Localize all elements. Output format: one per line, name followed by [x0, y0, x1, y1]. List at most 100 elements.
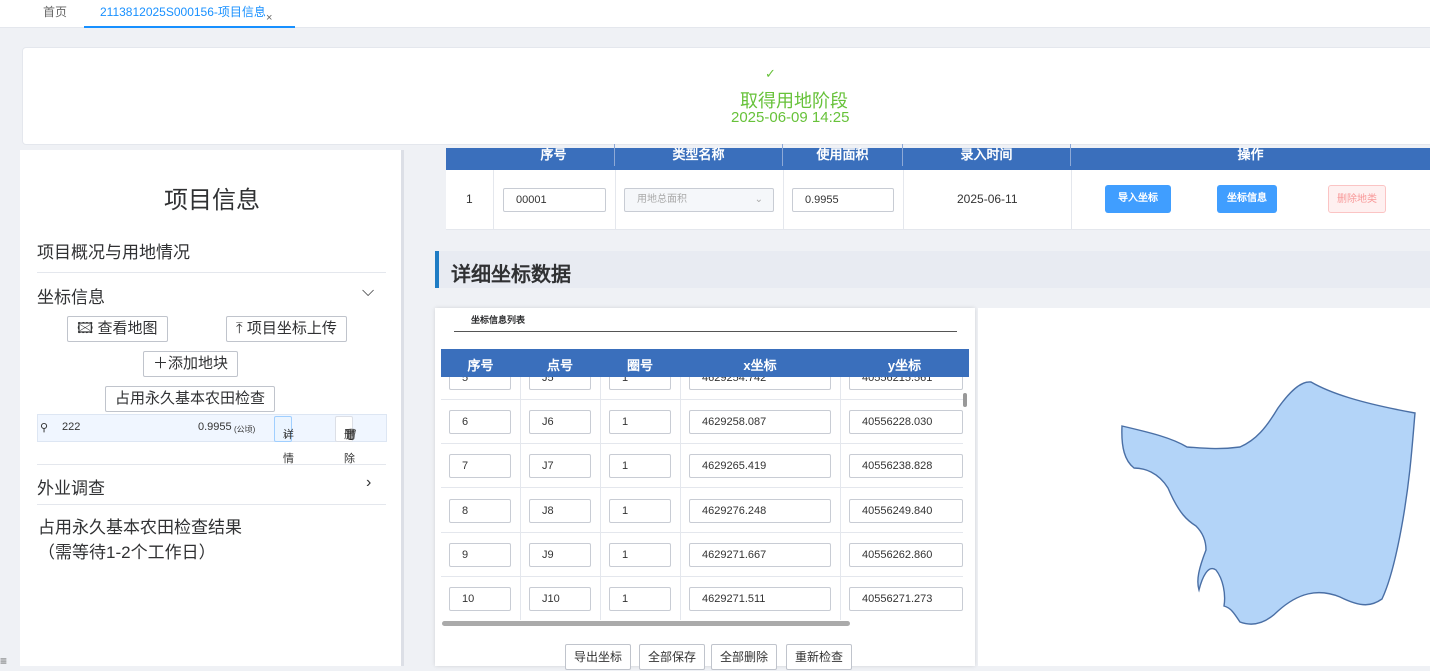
entry-date: 2025-06-11: [957, 192, 1018, 206]
type-select[interactable]: 用地总面积 ⌄: [624, 188, 774, 212]
farmland-result: 占用永久基本农田检查结果 （需等待1-2个工作日）: [38, 518, 242, 562]
point-input[interactable]: J6: [529, 410, 591, 434]
cell-divider: [1071, 170, 1072, 230]
x-input[interactable]: 4629265.419: [689, 454, 831, 478]
image-icon: 🖾: [77, 320, 98, 337]
cell-divider: [615, 170, 616, 230]
plot-polygon: [1121, 381, 1416, 625]
col-header: 使用面积: [783, 144, 903, 166]
view-map-button[interactable]: 🖾 查看地图: [67, 316, 168, 342]
divider: [37, 504, 386, 505]
add-plot-button[interactable]: ＋添加地块: [143, 351, 239, 377]
export-coords-button[interactable]: 导出坐标: [565, 644, 632, 670]
page-title: 项目信息: [164, 187, 260, 214]
tab-bar: 首页 2113812025S000156-项目信息 ×: [0, 0, 1430, 28]
cell-divider: [903, 170, 904, 230]
point-input[interactable]: J7: [529, 454, 591, 478]
cell-divider: [600, 377, 601, 620]
point-input[interactable]: J10: [529, 587, 591, 611]
close-icon[interactable]: ×: [266, 6, 272, 30]
cell-divider: [493, 170, 494, 230]
index-input[interactable]: 5: [449, 377, 511, 390]
col-header: 点号: [546, 358, 573, 373]
chevron-down-icon: ⌄: [754, 194, 763, 205]
x-input[interactable]: 4629271.667: [689, 543, 831, 567]
plot-name: 222: [62, 421, 81, 433]
plot-delete-button[interactable]: 🗑 删除: [335, 416, 358, 465]
x-input[interactable]: 4629276.248: [689, 499, 831, 523]
col-header: x坐标: [743, 358, 777, 373]
overview-heading[interactable]: 项目概况与用地情况: [37, 238, 190, 263]
col-header: y坐标: [887, 358, 922, 373]
coord-info-button[interactable]: 坐标信息: [1217, 185, 1277, 213]
stage-panel: [22, 47, 1430, 145]
y-input[interactable]: 40556262.860: [849, 543, 963, 567]
tab-home[interactable]: 首页: [43, 0, 67, 28]
farmland-check-button[interactable]: 占用永久基本农田检查: [105, 386, 276, 412]
point-input[interactable]: J5: [529, 377, 591, 390]
map-card: [978, 308, 1430, 666]
y-input[interactable]: 40556228.030: [849, 410, 963, 434]
index-input[interactable]: 9: [449, 543, 511, 567]
table-header: 序号 类型名称 使用面积 录入时间 操作: [446, 144, 1430, 170]
import-coords-button[interactable]: 导入坐标: [1105, 185, 1171, 213]
recheck-button[interactable]: 重新检查: [786, 644, 853, 670]
plot-area: 0.9955: [198, 421, 232, 433]
delete-all-button[interactable]: 全部删除: [711, 644, 778, 670]
delete-land-type-button[interactable]: 删除地类: [1328, 185, 1386, 213]
horizontal-scrollbar[interactable]: [442, 621, 850, 626]
plus-icon: ＋: [153, 355, 169, 372]
col-header: 录入时间: [903, 144, 1071, 166]
check-icon: ✓: [765, 66, 776, 81]
upload-coords-button[interactable]: ⤒ 项目坐标上传: [226, 316, 347, 342]
y-input[interactable]: 40556238.828: [849, 454, 963, 478]
chevron-right-icon[interactable]: ›: [366, 474, 371, 492]
cell-divider: [783, 170, 784, 230]
x-input[interactable]: 4629258.087: [689, 410, 831, 434]
row-index: 1: [466, 192, 473, 206]
upload-icon: ⤒: [236, 320, 247, 337]
point-input[interactable]: J8: [529, 499, 591, 523]
code-input[interactable]: 00001: [503, 188, 606, 212]
plot-polygon-map[interactable]: [978, 308, 1430, 666]
ring-input[interactable]: 1: [609, 543, 671, 567]
tab-label: 2113812025S000156-项目信息: [100, 5, 266, 19]
y-input[interactable]: 40556271.273: [849, 587, 963, 611]
coord-section-heading[interactable]: 坐标信息: [37, 283, 105, 308]
save-all-button[interactable]: 全部保存: [639, 644, 706, 670]
coord-list-title: 坐标信息列表: [471, 315, 526, 325]
chevron-down-icon[interactable]: ⌵: [362, 283, 374, 301]
index-input[interactable]: 6: [449, 410, 511, 434]
col-header: 操作: [1237, 147, 1264, 162]
y-input[interactable]: 40556215.561: [849, 377, 963, 390]
cell-divider: [840, 377, 841, 620]
vertical-scrollbar[interactable]: [963, 393, 967, 407]
stage-date: 2025-06-09 14:25: [731, 109, 850, 126]
land-type-table: 序号 类型名称 使用面积 录入时间 操作 1 00001 用地总面积 ⌄ 0.9…: [446, 144, 1430, 230]
plot-unit: (公顷): [234, 425, 256, 434]
ring-input[interactable]: 1: [609, 499, 671, 523]
x-input[interactable]: 4629271.511: [689, 587, 831, 611]
point-input[interactable]: J9: [529, 543, 591, 567]
section-title: 详细坐标数据: [451, 264, 571, 286]
col-header: 序号: [467, 358, 494, 373]
ring-input[interactable]: 1: [609, 454, 671, 478]
ring-input[interactable]: 1: [609, 410, 671, 434]
cell-divider: [680, 377, 681, 620]
index-input[interactable]: 7: [449, 454, 511, 478]
y-input[interactable]: 40556249.840: [849, 499, 963, 523]
area-input[interactable]: 0.9955: [792, 188, 894, 212]
ring-input[interactable]: 1: [609, 377, 671, 390]
tab-project-info[interactable]: 2113812025S000156-项目信息 ×: [84, 0, 295, 28]
index-input[interactable]: 8: [449, 499, 511, 523]
cell-divider: [520, 377, 521, 620]
plot-row[interactable]: ⚲ 222 0.9955 (公顷) ⌕ 详情 🗑 删除: [37, 414, 387, 465]
ring-input[interactable]: 1: [609, 587, 671, 611]
section-header: 详细坐标数据: [435, 251, 1430, 288]
plot-detail-button[interactable]: ⌕ 详情: [274, 416, 294, 465]
col-header: 圈号: [626, 358, 653, 373]
divider: [37, 464, 386, 465]
index-input[interactable]: 10: [449, 587, 511, 611]
field-survey-heading[interactable]: 外业调查: [37, 474, 105, 499]
x-input[interactable]: 4629254.742: [689, 377, 831, 390]
